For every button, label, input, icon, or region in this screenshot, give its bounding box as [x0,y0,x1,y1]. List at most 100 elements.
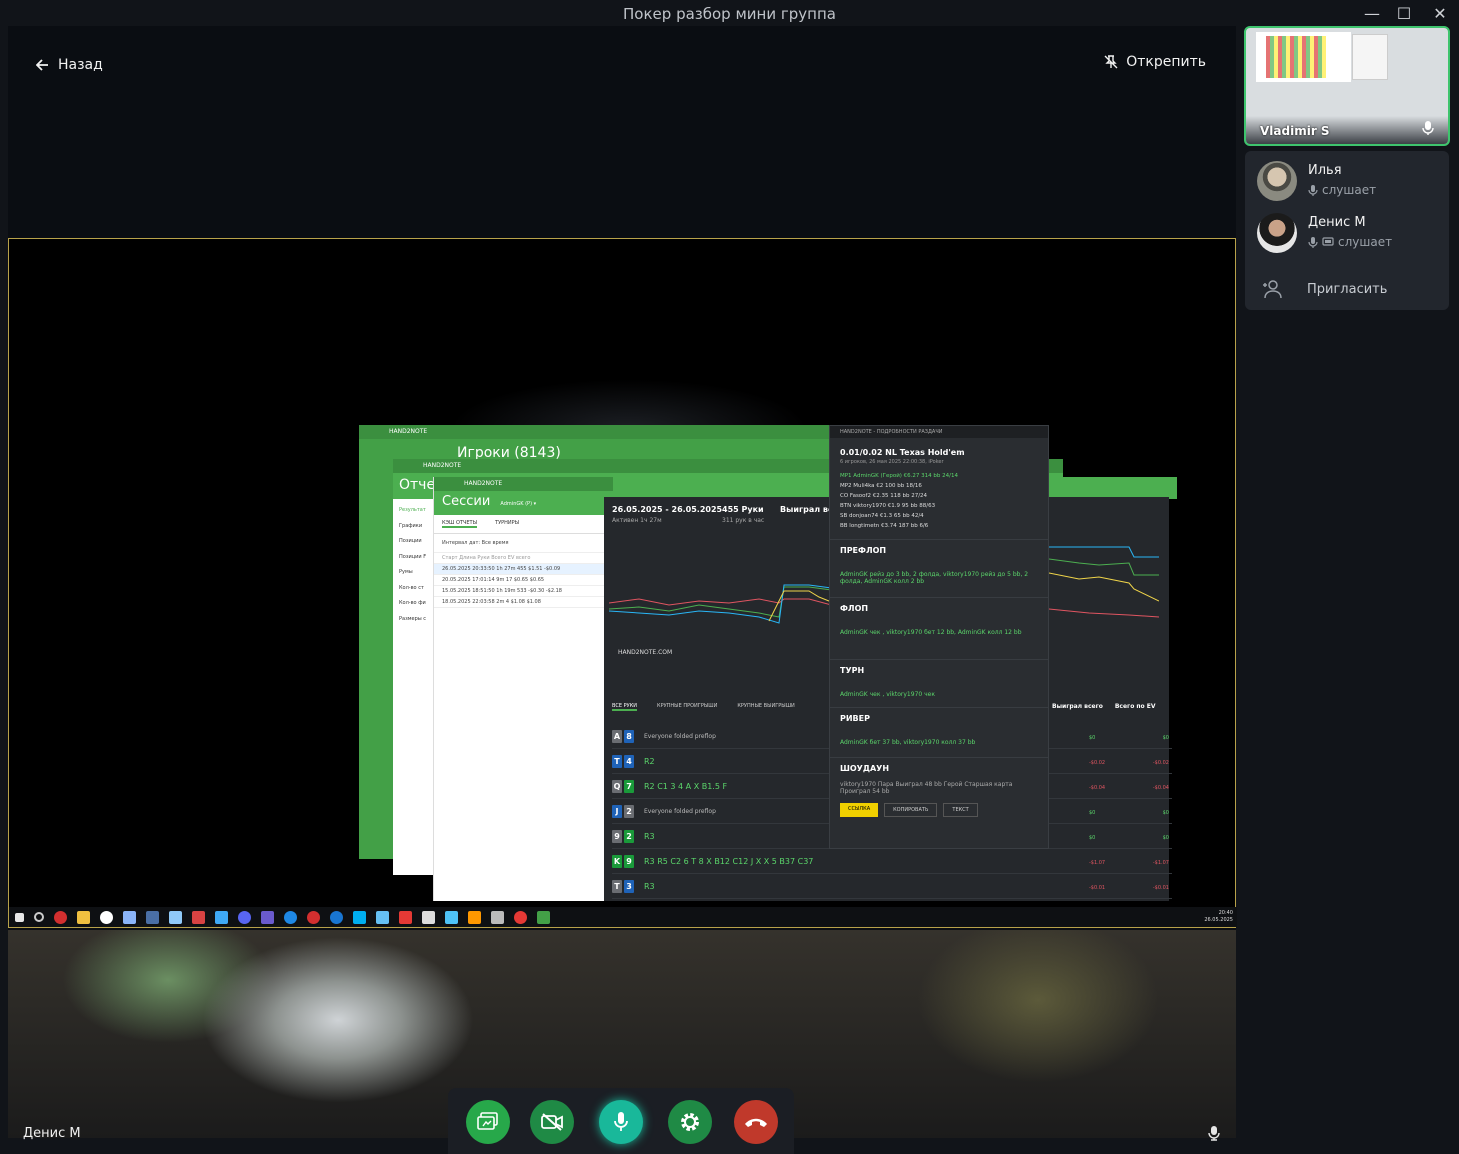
playing-card: 8 [624,730,634,743]
street-action: AdminGK рейз до 3 bb, 2 фолда, viktory19… [840,571,1029,585]
back-label: Назад [58,57,103,73]
header-won-total: Выиграл всего [1052,703,1103,710]
tab-big-wins[interactable]: КРУПНЫЕ ВЫИГРЫШИ [737,703,794,711]
unpin-button[interactable]: Открепить [1104,54,1206,70]
sessions-user-select[interactable]: AdminGK (P) ▾ [500,501,536,507]
search-icon[interactable] [34,912,44,922]
sessions-title: Сессии [442,494,491,509]
interval-filter[interactable]: Интервал дат: Все время [434,534,613,553]
active-time: Активен 1ч 27м [612,517,662,524]
chart2-line-green [1049,558,1159,576]
minimize-button[interactable]: — [1360,3,1384,25]
opera-icon[interactable] [54,910,67,924]
app-icon[interactable] [284,910,297,924]
settings-button[interactable] [668,1100,712,1144]
app-icon[interactable] [192,910,205,924]
app-icon[interactable] [146,910,159,924]
start-icon[interactable] [15,912,24,922]
hand-won: -$0.02 [1089,760,1106,766]
shared-screen[interactable]: HAND2NOTE Игроки (8143) HAND2NOTE Отче Р… [8,238,1237,928]
microphone-icon [1208,1126,1220,1141]
telegram-icon[interactable] [215,910,228,924]
stats-chart-right [1049,546,1159,618]
playing-card: 9 [624,855,634,868]
hand-ev: -$0.04 [1152,785,1169,791]
app-icon[interactable] [491,910,504,924]
session-row[interactable]: 26.05.2025 20:33:50 1h 27m 455 $1.51 -$0… [434,564,613,575]
popup-title: 0.01/0.02 NL Texas Hold'em [840,448,965,457]
session-row[interactable]: 18.05.2025 22:03:58 2m 4 $1.08 $1.08 [434,597,613,608]
playing-card: J [612,805,622,818]
hand-won: $0 [1089,735,1096,741]
tab-tournaments[interactable]: ТУРНИРЫ [495,520,519,528]
discord-icon[interactable] [238,910,251,924]
hang-up-button[interactable] [734,1100,778,1144]
playing-card: 7 [624,780,634,793]
tab-big-losses[interactable]: КРУПНЫЕ ПРОИГРЫШИ [657,703,717,711]
app-icon[interactable] [399,910,412,924]
share-screen-icon [477,1112,498,1130]
street-action: AdminGK бет 37 bb, viktory1970 колл 37 b… [840,739,976,746]
text-button[interactable]: ТЕКСТ [943,803,978,817]
hands-per-hour: 311 рук в час [722,517,765,524]
playing-card: T [612,880,622,893]
app-icon[interactable] [514,910,527,924]
app-icon[interactable] [261,910,274,924]
hand-won: $0 [1089,810,1096,816]
camera-off-button[interactable] [530,1100,574,1144]
hand-row[interactable]: K 9 R3 R5 C2 6 T 8 X B12 C12 J X X 5 B37 C… [612,850,1172,874]
app-icon[interactable] [123,910,136,924]
hand-ev: -$1.07 [1152,860,1169,866]
invite-button[interactable]: Пригласить [1263,279,1387,299]
copy-button[interactable]: КОПИРОВАТЬ [884,803,938,817]
session-row[interactable]: 20.05.2025 17:01:14 9m 17 $0.65 $0.65 [434,575,613,586]
folder-icon[interactable] [77,910,90,924]
session-row[interactable]: 15.05.2025 18:51:50 1h 19m 533 -$0.30 -$… [434,586,613,597]
street-name: ШОУДАУН [840,764,890,773]
microphone-button[interactable] [599,1100,643,1144]
opera-icon[interactable] [307,910,320,924]
tab-cash-reports[interactable]: КЭШ ОТЧЕТЫ [442,520,478,528]
screen-share-thumbnail[interactable]: Vladimir S [1244,26,1450,146]
share-screen-button[interactable] [466,1100,510,1144]
participant-item[interactable]: Денис М слушает [1257,213,1447,255]
app-icon[interactable] [422,910,435,924]
back-button[interactable]: Назад [36,54,103,76]
window-titlebar: Покер разбор мини группа — ☐ ✕ [0,0,1459,28]
street-showdown: ШОУДАУН viktory1970 Пара Выиграл 48 bb Г… [830,757,1048,827]
hand-ev: $0 [1162,835,1169,841]
app-icon[interactable] [468,910,481,924]
app-icon[interactable] [445,910,458,924]
clock-date: 26.05.2025 [1204,917,1233,923]
hand-result: $0 $0 [1089,810,1169,816]
skype-icon[interactable] [353,910,366,924]
maximize-button[interactable]: ☐ [1392,3,1416,25]
yandex-icon[interactable] [100,910,113,924]
hand-tabs: ВСЕ РУКИ КРУПНЫЕ ПРОИГРЫШИ КРУПНЫЕ ВЫИГР… [612,703,795,711]
avatar [1257,161,1297,201]
sessions-window-appname: HAND2NOTE [434,477,613,491]
tab-all-hands[interactable]: ВСЕ РУКИ [612,703,638,711]
clock-time: 20:40 [1218,910,1233,916]
app-icon[interactable] [169,910,182,924]
street-preflop: ПРЕФЛОП AdminGK рейз до 3 bb, 2 фолда, v… [830,539,1048,597]
clock[interactable]: 20:40 26.05.2025 [1204,910,1233,924]
street-action: viktory1970 Пара Выиграл 48 bb Герой Ста… [840,781,1013,795]
app-icon[interactable] [330,910,343,924]
seat-row: SB donjoan74 €1.3 65 bb 42/4 [840,513,924,519]
seat-row: MP2 Muli4ka €2 100 bb 18/16 [840,483,922,489]
camera-off-icon [541,1113,563,1131]
participant-item[interactable]: Илья слушает [1257,161,1447,203]
hand-result: $0 $0 [1089,835,1169,841]
hand-row[interactable]: T 3 R3 [612,875,1172,899]
participant-status-label: слушает [1322,183,1377,197]
hand2note-icon[interactable] [537,910,550,924]
hand-result: -$1.07 -$1.07 [1089,860,1169,866]
hand-action: R3 [644,882,655,891]
link-button[interactable]: ССЫЛКА [840,803,879,817]
popup-seats: MP1 AdminGK (Герой) €6.27 314 bb 24/14 M… [830,469,1048,539]
close-button[interactable]: ✕ [1428,3,1452,25]
steam-icon[interactable] [376,910,389,924]
stats-window-titlebar [1049,477,1177,499]
playing-card: 4 [624,755,634,768]
